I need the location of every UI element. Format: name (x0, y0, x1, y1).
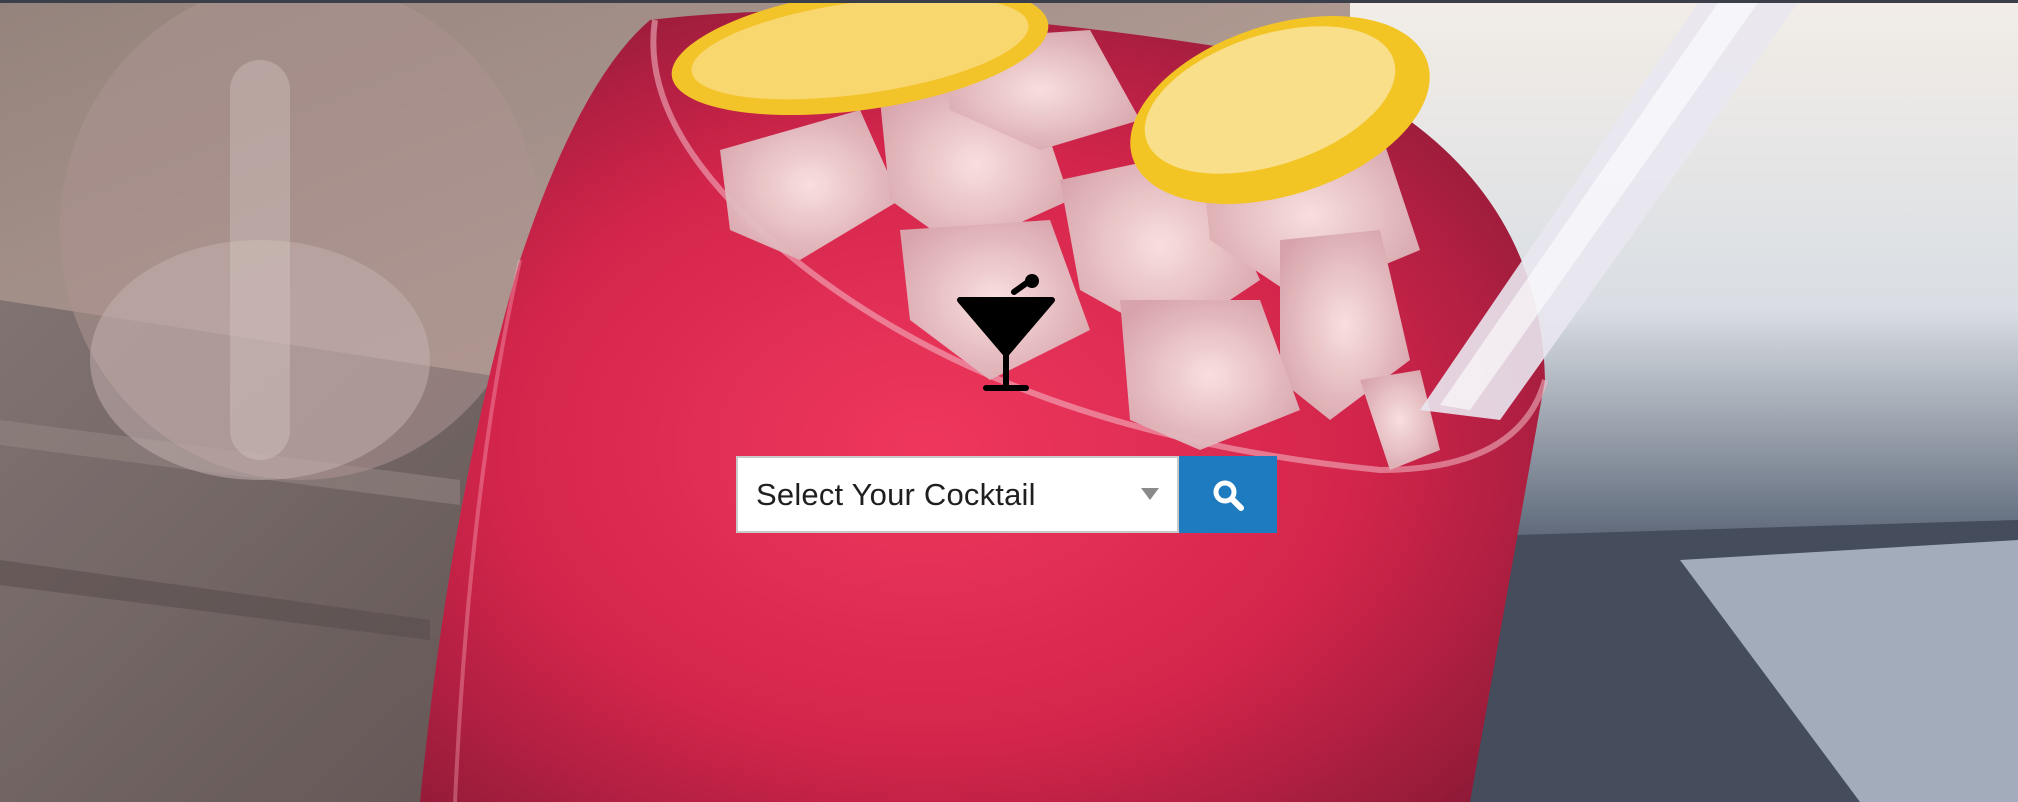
hero-photo (0, 0, 2018, 802)
search-button[interactable] (1179, 456, 1277, 533)
caret-down-icon (1141, 488, 1159, 500)
cocktail-glass-icon (957, 274, 1055, 391)
search-icon (1213, 480, 1244, 511)
cocktail-select[interactable]: Select Your Cocktail (736, 456, 1179, 533)
top-border (0, 0, 2018, 3)
cocktail-search-form: Select Your Cocktail (736, 456, 1277, 533)
hero-background (0, 0, 2018, 802)
cocktail-select-value: Select Your Cocktail (756, 476, 1036, 512)
